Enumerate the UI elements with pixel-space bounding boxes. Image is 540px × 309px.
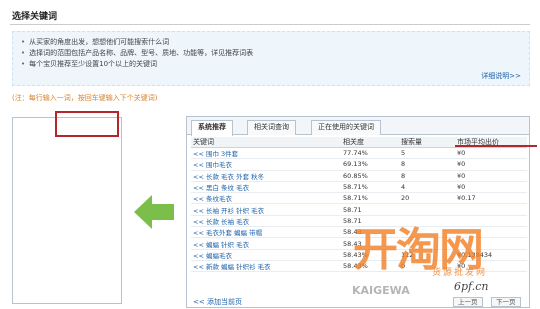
watermark-subtitle: 货源批发网: [432, 268, 488, 278]
relevance-cell: 58.71%: [341, 181, 399, 194]
volume-cell: 8: [399, 158, 455, 171]
tip-item: 每个宝贝推荐至少设置10个以上的关键词: [21, 59, 157, 69]
table-row[interactable]: << 长款 毛衣 外套 秋冬 60.85% 8 ¥0: [191, 170, 527, 182]
more-details-link[interactable]: 详细说明>>: [481, 71, 521, 81]
keyword-cell[interactable]: << 蝙蝠 针织 毛衣: [191, 237, 341, 250]
keyword-cell[interactable]: << 蝙蝠毛衣: [191, 249, 341, 261]
pager-row: << 添加当前页 上一页 下一页: [191, 297, 527, 307]
keyword-cell[interactable]: << 围巾 3件套: [191, 147, 341, 160]
prev-page-button[interactable]: 上一页: [453, 297, 483, 307]
keyword-cell[interactable]: << 围巾毛衣: [191, 158, 341, 171]
tab-bar: 系统推荐 相关词查询 正在使用的关键词: [187, 117, 529, 136]
tips-box: 从买家的角度出发，想想他们可能搜索什么词 选择词的范围包括产品名称、品牌、型号、…: [12, 31, 530, 86]
keyword-cell[interactable]: << 毛衣外套 蝙蝠 带帽: [191, 226, 341, 239]
price-cell: ¥0: [455, 181, 527, 194]
keyword-cell[interactable]: << 新款 蝙蝠 针织衫 毛衣: [191, 260, 341, 273]
relevance-cell: 77.74%: [341, 147, 399, 160]
keyword-cell[interactable]: << 长袖 开衫 针织 毛衣: [191, 203, 341, 216]
col-keyword: 关键词: [191, 137, 341, 148]
tip-item: 选择词的范围包括产品名称、品牌、型号、质地、功能等，详见推荐词表: [21, 48, 253, 58]
volume-cell: 4: [399, 181, 455, 194]
relevance-cell: 60.85%: [341, 170, 399, 182]
keyword-input[interactable]: [12, 117, 122, 304]
price-cell: ¥0.17: [455, 192, 527, 205]
price-cell: ¥0: [455, 170, 527, 182]
volume-cell: 8: [399, 170, 455, 182]
volume-cell: 20: [399, 192, 455, 205]
keyword-cell[interactable]: << 黑白 条纹 毛衣: [191, 181, 341, 194]
title-divider: [10, 24, 530, 25]
price-cell: ¥0: [455, 147, 527, 160]
tab-system-recommend[interactable]: 系统推荐: [191, 120, 233, 136]
table-row[interactable]: << 围巾 3件套 77.74% 5 ¥0: [191, 147, 527, 160]
volume-cell: 5: [399, 147, 455, 160]
next-page-button[interactable]: 下一页: [491, 297, 521, 307]
price-cell: ¥0: [455, 158, 527, 171]
keyword-cell[interactable]: << 长款 长袖 毛衣: [191, 215, 341, 228]
watermark-english: KAIGEWA: [352, 284, 410, 297]
left-arrow-icon[interactable]: [134, 193, 174, 231]
tab-related-search[interactable]: 相关词查询: [247, 120, 296, 135]
tab-keywords-in-use[interactable]: 正在使用的关键词: [311, 120, 381, 135]
relevance-cell: 69.13%: [341, 158, 399, 171]
input-note: (注：每行输入一词，按回车键输入下个关键词): [12, 94, 158, 102]
col-search-volume: 搜索量: [399, 137, 455, 148]
page-title: 选择关键词: [12, 12, 58, 22]
add-current-page-link[interactable]: << 添加当前页: [193, 297, 242, 307]
keyword-cell[interactable]: << 条纹毛衣: [191, 192, 341, 205]
tip-item: 从买家的角度出发，想想他们可能搜索什么词: [21, 37, 169, 47]
table-row[interactable]: << 围巾毛衣 69.13% 8 ¥0: [191, 158, 527, 171]
keyword-cell[interactable]: << 长款 毛衣 外套 秋冬: [191, 170, 341, 182]
watermark-site: 6pf.cn: [452, 280, 491, 293]
col-relevance: 相关度: [341, 137, 399, 148]
table-row[interactable]: << 条纹毛衣 58.71% 20 ¥0.17: [191, 192, 527, 205]
relevance-cell: 58.71%: [341, 192, 399, 205]
highlight-underline: [455, 145, 537, 147]
table-row[interactable]: << 黑白 条纹 毛衣 58.71% 4 ¥0: [191, 181, 527, 194]
